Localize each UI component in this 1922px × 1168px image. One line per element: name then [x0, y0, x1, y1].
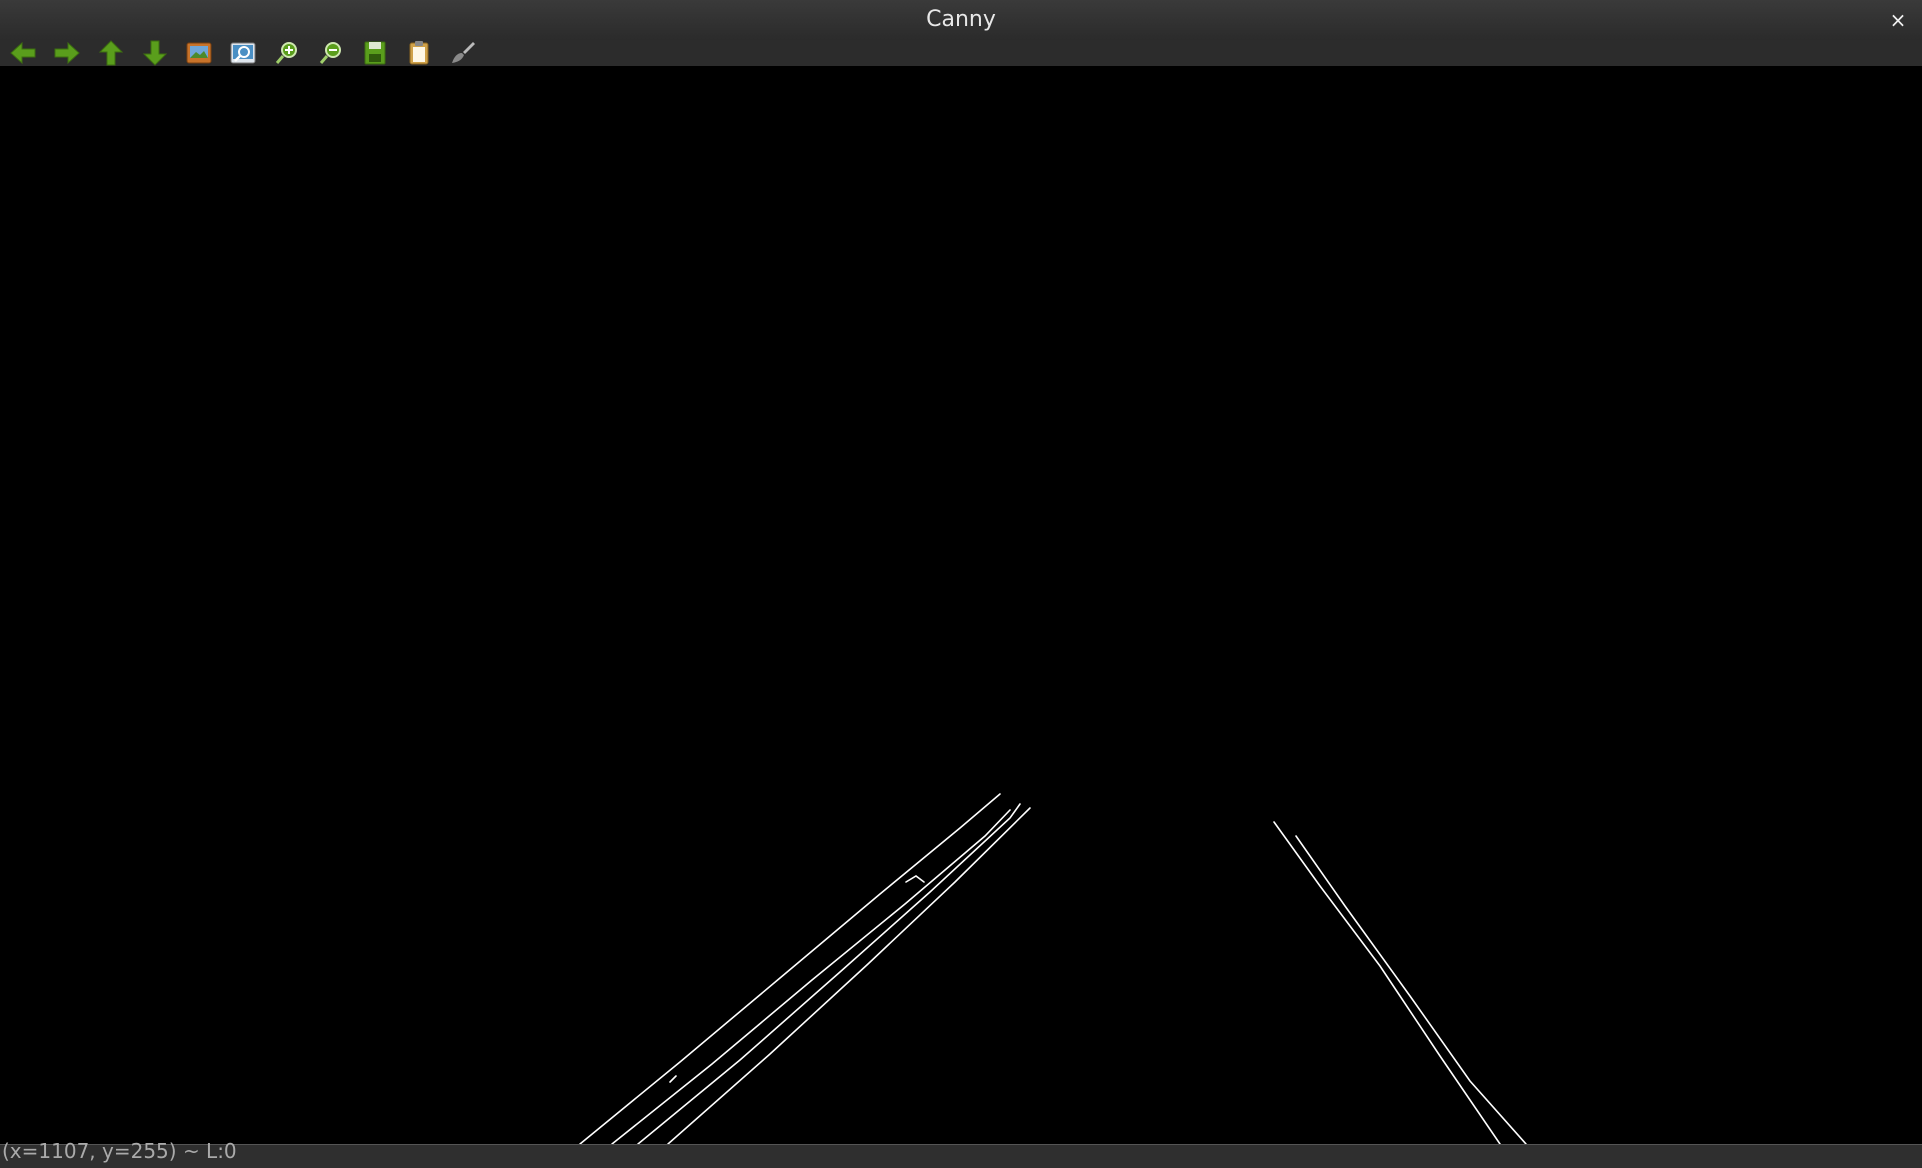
edge-noise-2	[669, 1075, 677, 1083]
arrow-up-icon	[98, 40, 124, 66]
right-lane-edge-1	[1273, 821, 1501, 1144]
arrow-down-icon	[142, 40, 168, 66]
zoom-original-button[interactable]	[228, 40, 258, 66]
zoom-out-icon	[319, 42, 341, 64]
edge-noise-1	[905, 875, 925, 883]
floppy-disk-icon	[364, 41, 386, 65]
brush-icon	[452, 42, 475, 63]
pan-left-button[interactable]	[8, 40, 38, 66]
toolbar	[0, 40, 1922, 66]
image-canvas[interactable]	[0, 66, 1922, 1144]
left-lane-edge-1	[579, 793, 1001, 1144]
pan-right-button[interactable]	[52, 40, 82, 66]
zoom-in-button[interactable]	[272, 40, 302, 66]
window-title: Canny	[926, 7, 996, 32]
cursor-position-readout: (x=1107, y=255) ~ L:0	[2, 1139, 237, 1163]
close-icon[interactable]: ×	[1884, 6, 1912, 34]
arrow-right-icon	[54, 41, 80, 65]
title-bar: Canny ×	[0, 0, 1922, 41]
canny-edge-image	[579, 793, 1527, 1144]
zoom-window-icon	[230, 42, 256, 64]
status-bar: (x=1107, y=255) ~ L:0	[0, 1139, 1922, 1168]
image-icon	[186, 42, 212, 64]
clipboard-icon	[409, 41, 429, 65]
zoom-out-button[interactable]	[316, 40, 346, 66]
arrow-left-icon	[10, 41, 36, 65]
copy-button[interactable]	[404, 40, 434, 66]
save-button[interactable]	[360, 40, 390, 66]
properties-button[interactable]	[448, 40, 478, 66]
zoom-to-fit-button[interactable]	[184, 40, 214, 66]
pan-up-button[interactable]	[96, 40, 126, 66]
right-lane-edge-2	[1295, 835, 1527, 1144]
left-lane-edge-4	[667, 807, 1031, 1144]
zoom-in-icon	[275, 42, 297, 64]
pan-down-button[interactable]	[140, 40, 170, 66]
left-lane-edge-2	[611, 809, 1011, 1144]
